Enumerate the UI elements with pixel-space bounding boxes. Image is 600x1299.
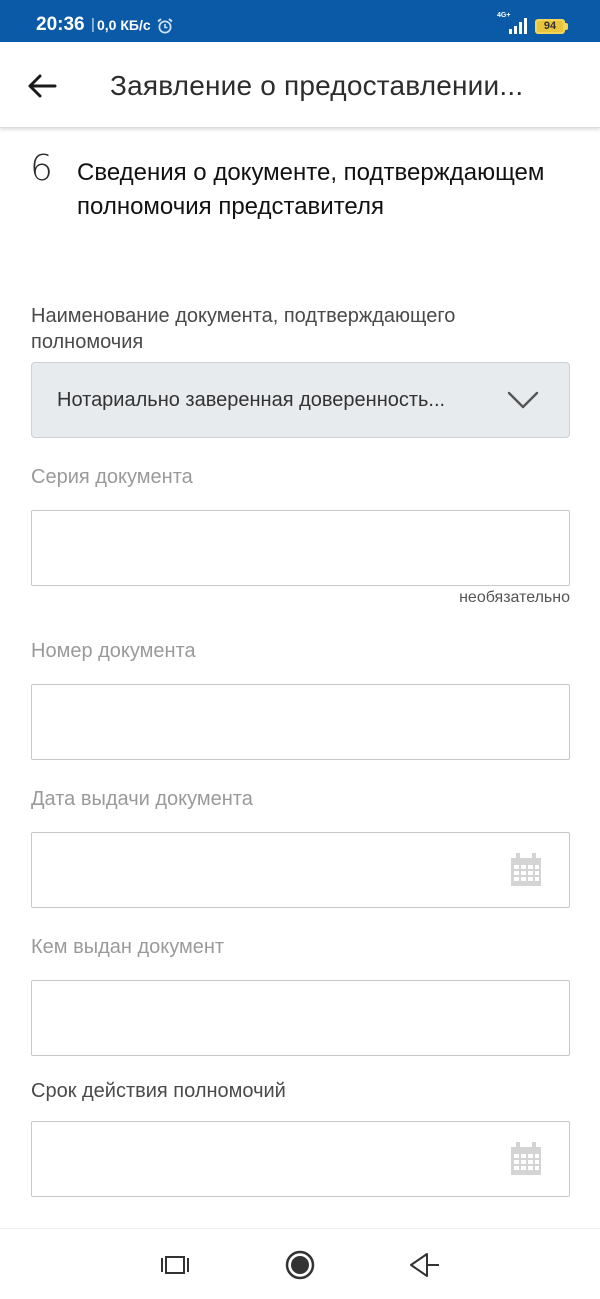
document-name-label: Наименование документа, подтверждающего … <box>31 305 456 353</box>
app-bar: Заявление о предоставлении... <box>0 42 600 128</box>
status-time: 20:36 <box>36 14 85 35</box>
series-input[interactable] <box>31 510 570 586</box>
validity-label: Срок действия полномочий <box>31 1080 286 1102</box>
calendar-icon[interactable] <box>510 1142 542 1176</box>
battery-tip <box>565 23 568 30</box>
status-separator: | <box>91 16 95 33</box>
issue-date-input[interactable] <box>31 832 570 908</box>
signal-icon <box>509 18 527 34</box>
alarm-icon <box>157 18 173 34</box>
page-title: Заявление о предоставлении... <box>110 70 524 101</box>
recents-icon[interactable] <box>155 1247 195 1283</box>
document-name-value: Нотариально заверенная доверенность... <box>57 389 446 411</box>
optional-note: необязательно <box>459 589 570 606</box>
issued-by-input[interactable] <box>31 980 570 1056</box>
battery-level: 94 <box>543 20 557 32</box>
status-bar: 20:36 | 0,0 КБ/с 4G+ 94 <box>0 0 600 42</box>
issue-date-label: Дата выдачи документа <box>31 788 253 810</box>
home-icon[interactable] <box>280 1247 320 1283</box>
number-label: Номер документа <box>31 640 196 662</box>
section-number: 6 <box>30 148 53 189</box>
arrow-left-icon[interactable] <box>20 64 64 108</box>
back-triangle-icon[interactable] <box>405 1247 445 1283</box>
issued-by-label: Кем выдан документ <box>31 936 225 958</box>
section-title: Сведения о документе, подтверждающем пол… <box>77 159 545 220</box>
calendar-icon[interactable] <box>510 853 542 887</box>
battery-icon: 94 <box>535 19 565 34</box>
validity-input[interactable] <box>31 1121 570 1197</box>
status-speed: 0,0 КБ/с <box>97 17 151 33</box>
chevron-down-icon <box>507 391 539 409</box>
document-name-select[interactable]: Нотариально заверенная доверенность... <box>31 362 570 438</box>
series-label: Серия документа <box>31 466 193 488</box>
number-input[interactable] <box>31 684 570 760</box>
system-nav-bar <box>0 1228 600 1299</box>
